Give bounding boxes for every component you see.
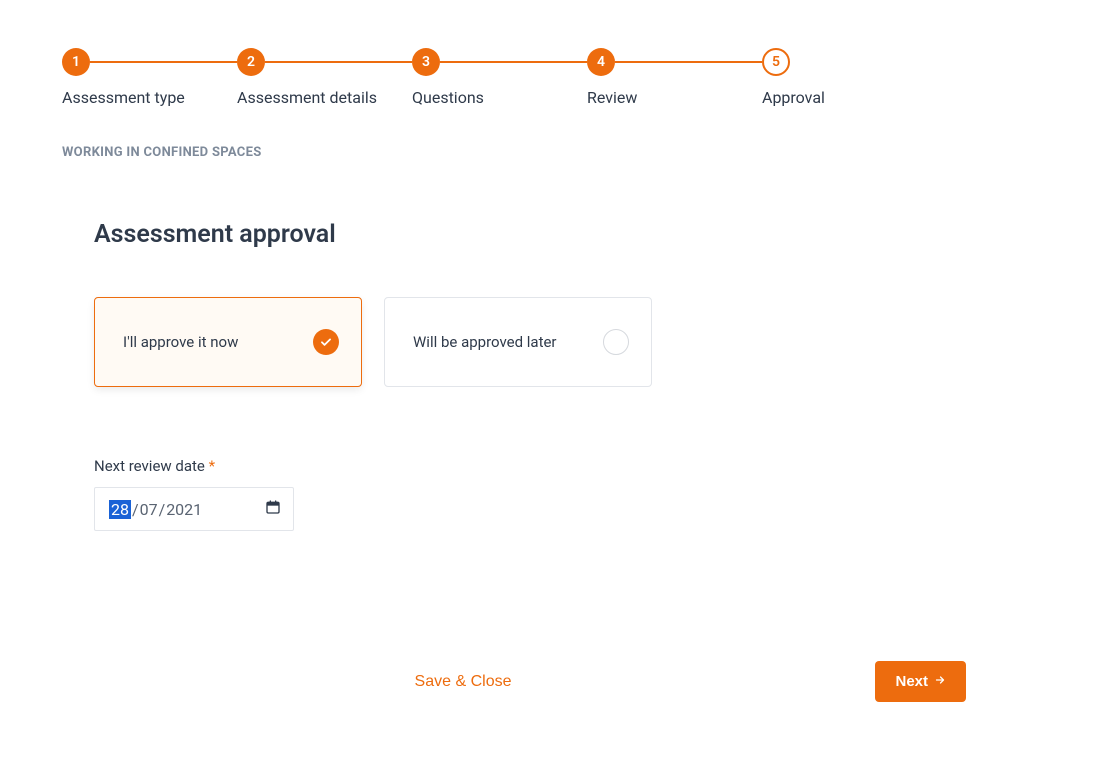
step-number-3: 3 [412, 48, 440, 76]
date-year-segment[interactable]: 2021 [166, 500, 202, 519]
next-review-date-field: Next review date * 28 / 07 / 2021 [94, 457, 1056, 531]
step-connector [615, 61, 762, 63]
page-title: Assessment approval [94, 220, 1056, 249]
next-review-date-label: Next review date * [94, 457, 1056, 475]
step-label: Review [587, 88, 637, 107]
footer-actions: Save & Close Next [62, 661, 1056, 702]
step-review[interactable]: 4 Review [587, 48, 762, 107]
stepper: 1 Assessment type 2 Assessment details 3… [62, 48, 837, 107]
date-separator: / [131, 500, 140, 519]
step-label: Assessment details [237, 88, 377, 107]
step-number-4: 4 [587, 48, 615, 76]
calendar-icon[interactable] [265, 499, 281, 519]
step-assessment-details[interactable]: 2 Assessment details [237, 48, 412, 107]
step-connector [90, 61, 237, 63]
date-day-segment[interactable]: 28 [109, 500, 131, 519]
field-label-text: Next review date [94, 457, 205, 475]
arrow-right-icon [934, 673, 946, 690]
step-assessment-type[interactable]: 1 Assessment type [62, 48, 237, 107]
approve-later-label: Will be approved later [413, 333, 557, 351]
step-number-5: 5 [762, 48, 790, 76]
next-button-label: Next [895, 673, 928, 690]
step-questions[interactable]: 3 Questions [412, 48, 587, 107]
step-connector [265, 61, 412, 63]
step-number-2: 2 [237, 48, 265, 76]
approve-later-option[interactable]: Will be approved later [384, 297, 652, 387]
step-approval[interactable]: 5 Approval [762, 48, 825, 107]
date-value: 28 / 07 / 2021 [109, 500, 202, 519]
save-close-button[interactable]: Save & Close [411, 665, 516, 699]
step-label: Questions [412, 88, 484, 107]
approval-option-group: I'll approve it now Will be approved lat… [94, 297, 1056, 387]
step-number-1: 1 [62, 48, 90, 76]
approval-content: Assessment approval I'll approve it now … [62, 220, 1056, 531]
date-separator: / [158, 500, 167, 519]
approve-now-option[interactable]: I'll approve it now [94, 297, 362, 387]
step-label: Approval [762, 88, 825, 107]
date-month-segment[interactable]: 07 [140, 500, 158, 519]
step-connector [440, 61, 587, 63]
step-label: Assessment type [62, 88, 185, 107]
approval-page: 1 Assessment type 2 Assessment details 3… [0, 0, 1118, 742]
next-button[interactable]: Next [875, 661, 966, 702]
check-circle-icon [313, 329, 339, 355]
radio-unchecked-icon [603, 329, 629, 355]
approve-now-label: I'll approve it now [123, 333, 238, 351]
required-marker: * [209, 457, 215, 475]
next-review-date-input[interactable]: 28 / 07 / 2021 [94, 487, 294, 531]
assessment-context-title: WORKING IN CONFINED SPACES [62, 145, 1056, 160]
